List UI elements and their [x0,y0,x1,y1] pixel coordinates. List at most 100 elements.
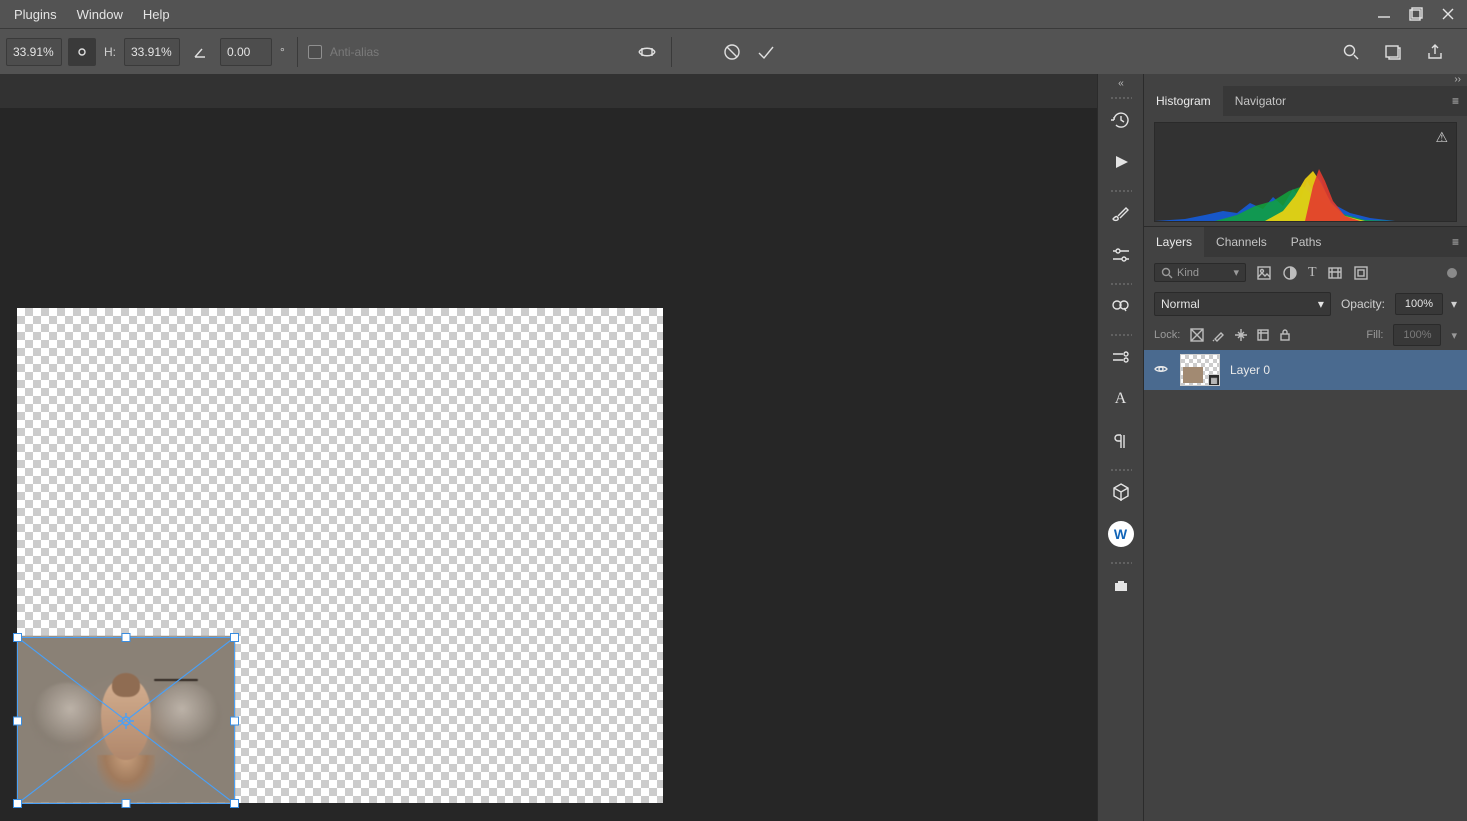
collapse-toggle-icon[interactable]: ‹‹ [1098,78,1143,90]
beak-shape [154,679,198,681]
search-icon [1161,267,1173,279]
layers-tab-bar: Layers Channels Paths ≡ [1144,227,1467,257]
actions-panel-icon[interactable] [1101,145,1141,179]
degree-label: ° [278,45,287,59]
drag-grip[interactable] [1110,333,1132,338]
filter-type-icon[interactable]: T [1308,265,1317,281]
tab-navigator[interactable]: Navigator [1223,86,1298,116]
wing-left-shape [20,672,113,764]
window-controls [1365,0,1467,28]
histogram-warning-icon[interactable]: ⚠ [1435,129,1448,146]
lock-icons [1190,328,1292,342]
separator [671,37,672,67]
tail-shape [97,755,155,793]
drag-grip[interactable] [1110,96,1132,101]
drag-grip[interactable] [1110,189,1132,194]
menu-bar: Plugins Window Help [0,0,1467,28]
tab-channels[interactable]: Channels [1204,227,1279,257]
filter-image-icon[interactable] [1256,265,1272,281]
paragraph-panel-icon[interactable] [1101,424,1141,458]
options-bar: 33.91% H: 33.91% 0.00 ° Anti-alias [0,28,1467,74]
panel-menu-icon[interactable]: ≡ [1444,94,1467,108]
filter-smart-icon[interactable] [1353,265,1369,281]
height-scale-field[interactable]: 33.91% [124,38,180,66]
filter-adjust-icon[interactable] [1282,265,1298,281]
round-app-icon[interactable]: W [1101,517,1141,551]
rotate-field[interactable]: 0.00 [220,38,272,66]
3d-panel-icon[interactable] [1101,475,1141,509]
tab-histogram[interactable]: Histogram [1144,86,1223,116]
menu-plugins[interactable]: Plugins [4,3,67,26]
search-icon[interactable] [1337,38,1365,66]
lock-transparent-icon[interactable] [1190,328,1204,342]
thumb-graphic [1183,367,1203,383]
document-canvas[interactable] [17,308,663,803]
link-aspect-icon[interactable] [68,38,96,66]
character-panel-icon[interactable]: A [1101,382,1141,416]
wing-right-shape [139,672,232,764]
warp-mode-icon[interactable] [633,38,661,66]
share-icon[interactable] [1421,38,1449,66]
cancel-transform-icon[interactable] [718,38,746,66]
lock-paint-icon[interactable] [1212,328,1226,342]
histogram-panel: ⚠ [1144,116,1467,226]
fill-dropdown-icon[interactable]: ▾ [1451,329,1457,342]
collapse-panels-icon[interactable]: ›› [1144,74,1467,86]
filter-toggle-icon[interactable] [1447,268,1457,278]
brushes-panel-icon[interactable] [1101,196,1141,230]
options-bar-right [1337,38,1461,66]
drag-grip[interactable] [1110,282,1132,287]
assets-panel-icon[interactable] [1101,568,1141,602]
layer-name[interactable]: Layer 0 [1230,363,1270,377]
layer-filter-bar: Kind ▾ T [1144,257,1467,288]
height-label: H: [102,45,118,59]
blend-opacity-row: Normal▾ Opacity: 100% ▾ [1144,288,1467,320]
separator [297,37,298,67]
histogram-graph [1155,161,1395,221]
drag-grip[interactable] [1110,561,1132,566]
screen-mode-icon[interactable] [1379,38,1407,66]
anti-alias-checkbox[interactable] [308,45,322,59]
menu-help[interactable]: Help [133,3,180,26]
layer-list: ▦ Layer 0 [1144,350,1467,821]
tab-paths[interactable]: Paths [1279,227,1334,257]
layer-filter-kind[interactable]: Kind ▾ [1154,263,1246,282]
right-panel-stack: ›› Histogram Navigator ≡ ⚠ Layers Channe… [1144,74,1467,821]
blend-mode-select[interactable]: Normal▾ [1154,292,1331,316]
smart-object-badge-icon: ▦ [1208,374,1220,386]
lock-position-icon[interactable] [1234,328,1248,342]
layer-visibility-icon[interactable] [1152,361,1170,380]
properties-panel-icon[interactable] [1101,340,1141,374]
lock-artboard-icon[interactable] [1256,328,1270,342]
layer-thumbnail[interactable]: ▦ [1180,354,1220,386]
kind-label: Kind [1177,267,1199,279]
adjustments-panel-icon[interactable] [1101,238,1141,272]
history-panel-icon[interactable] [1101,103,1141,137]
menu-window[interactable]: Window [67,3,133,26]
drag-grip[interactable] [1110,468,1132,473]
fill-field[interactable]: 100% [1393,324,1441,346]
anti-alias-label: Anti-alias [328,45,381,59]
panel-menu-icon[interactable]: ≡ [1444,235,1467,249]
placed-image[interactable] [17,636,235,803]
lock-all-icon[interactable] [1278,328,1292,342]
fill-label: Fill: [1366,329,1383,341]
filter-shape-icon[interactable] [1327,265,1343,281]
window-minimize-button[interactable] [1371,4,1397,24]
window-maximize-button[interactable] [1403,4,1429,24]
window-close-button[interactable] [1435,4,1461,24]
lock-fill-row: Lock: Fill: 100% ▾ [1144,320,1467,350]
bird-head-shape [112,673,140,697]
opacity-label: Opacity: [1339,297,1387,311]
tab-layers[interactable]: Layers [1144,227,1204,257]
width-scale-field[interactable]: 33.91% [6,38,62,66]
layers-panel: Layers Channels Paths ≡ Kind ▾ T Normal▾… [1144,226,1467,821]
collapsed-panel-dock: ‹‹ A W [1097,74,1144,821]
layer-item[interactable]: ▦ Layer 0 [1144,350,1467,390]
workspace[interactable] [0,74,1097,821]
libraries-panel-icon[interactable] [1101,289,1141,323]
opacity-dropdown-icon[interactable]: ▾ [1451,297,1457,311]
histogram-display[interactable]: ⚠ [1154,122,1457,222]
opacity-field[interactable]: 100% [1395,293,1443,315]
commit-transform-icon[interactable] [752,38,780,66]
